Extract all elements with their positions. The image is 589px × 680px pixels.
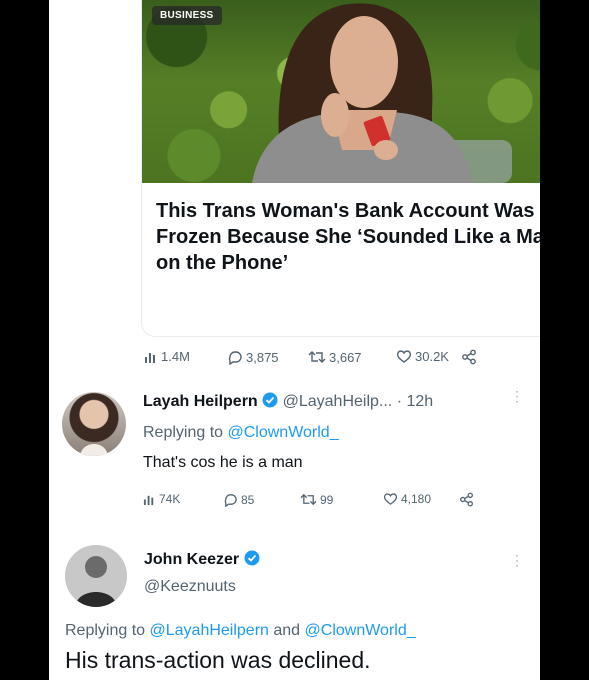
share-icon [462,349,476,365]
heart-icon [396,350,412,363]
reply-tweet-2[interactable]: John Keezer @Keeznuuts ⋮ Replying to @La… [49,540,540,680]
and-text: and [273,622,301,639]
avatar[interactable] [65,545,127,607]
reply-stat[interactable]: 85 [223,492,254,507]
retweet-count: 99 [320,492,334,507]
display-name[interactable]: John Keezer [144,551,239,568]
mention-link[interactable]: @ClownWorld_ [305,622,416,639]
article-headline[interactable]: This Trans Woman's Bank Account Was Froz… [156,198,540,276]
verified-icon [244,550,260,566]
reply-header: Layah Heilpern @LayahHeilp... · 12h [143,392,433,411]
more-icon[interactable]: ⋮ [510,552,524,569]
heart-icon [383,493,398,505]
article-card[interactable]: BUSINESS This Trans Woman's Bank Account… [141,0,540,337]
retweet-count: 3,667 [329,349,362,365]
reply-icon [224,494,237,507]
reply-count: 3,875 [246,349,279,365]
tweet-stats: 1.4M 3,875 3,667 30.2K [144,346,540,370]
verified-icon [262,392,278,408]
share-button[interactable] [461,349,477,365]
reply-tweet-1[interactable]: Layah Heilpern @LayahHeilp... · 12h ⋮ Re… [49,386,540,516]
more-icon[interactable]: ⋮ [510,389,524,403]
avatar[interactable] [62,392,126,456]
mention-link[interactable]: @ClownWorld_ [228,424,339,441]
screen: BUSINESS This Trans Woman's Bank Account… [49,0,540,680]
views-stat[interactable]: 74K [143,492,180,506]
like-stat[interactable]: 30.2K [396,349,449,364]
retweet-icon [300,493,317,506]
replying-to-line: Replying to @ClownWorld_ [143,424,339,442]
reply-icon [228,351,242,365]
reply-stats: 74K 85 99 4,180 [143,492,523,512]
reply-count: 85 [241,492,255,507]
like-count: 4,180 [401,492,432,506]
reply-header: John Keezer [144,550,260,569]
views-icon [145,352,155,363]
views-icon [143,495,154,505]
timestamp[interactable]: · 12h [397,393,433,410]
article-photo: BUSINESS [142,0,540,183]
display-name[interactable]: Layah Heilpern [143,393,258,410]
share-icon [460,492,473,507]
user-handle[interactable]: @Keeznuuts [144,578,236,596]
replying-to-line: Replying to @LayahHeilpern and @ClownWor… [65,622,416,640]
tweet-text: That's cos he is a man [143,454,303,471]
views-count: 74K [159,492,181,506]
user-handle[interactable]: @LayahHeilp... [283,393,393,410]
share-button[interactable] [459,492,474,507]
replying-to-label: Replying to [65,622,146,639]
mention-link[interactable]: @LayahHeilpern [150,622,269,639]
reply-stat[interactable]: 3,875 [227,349,279,365]
retweet-stat[interactable]: 3,667 [308,349,362,365]
views-count: 1.4M [161,349,190,364]
like-stat[interactable]: 4,180 [383,492,431,506]
retweet-stat[interactable]: 99 [300,492,333,507]
views-stat[interactable]: 1.4M [144,349,190,364]
tweet-text: His trans-action was declined. [65,647,371,673]
replying-to-label: Replying to [143,424,224,441]
like-count: 30.2K [415,349,449,364]
category-badge: BUSINESS [152,6,222,25]
retweet-icon [308,351,326,363]
